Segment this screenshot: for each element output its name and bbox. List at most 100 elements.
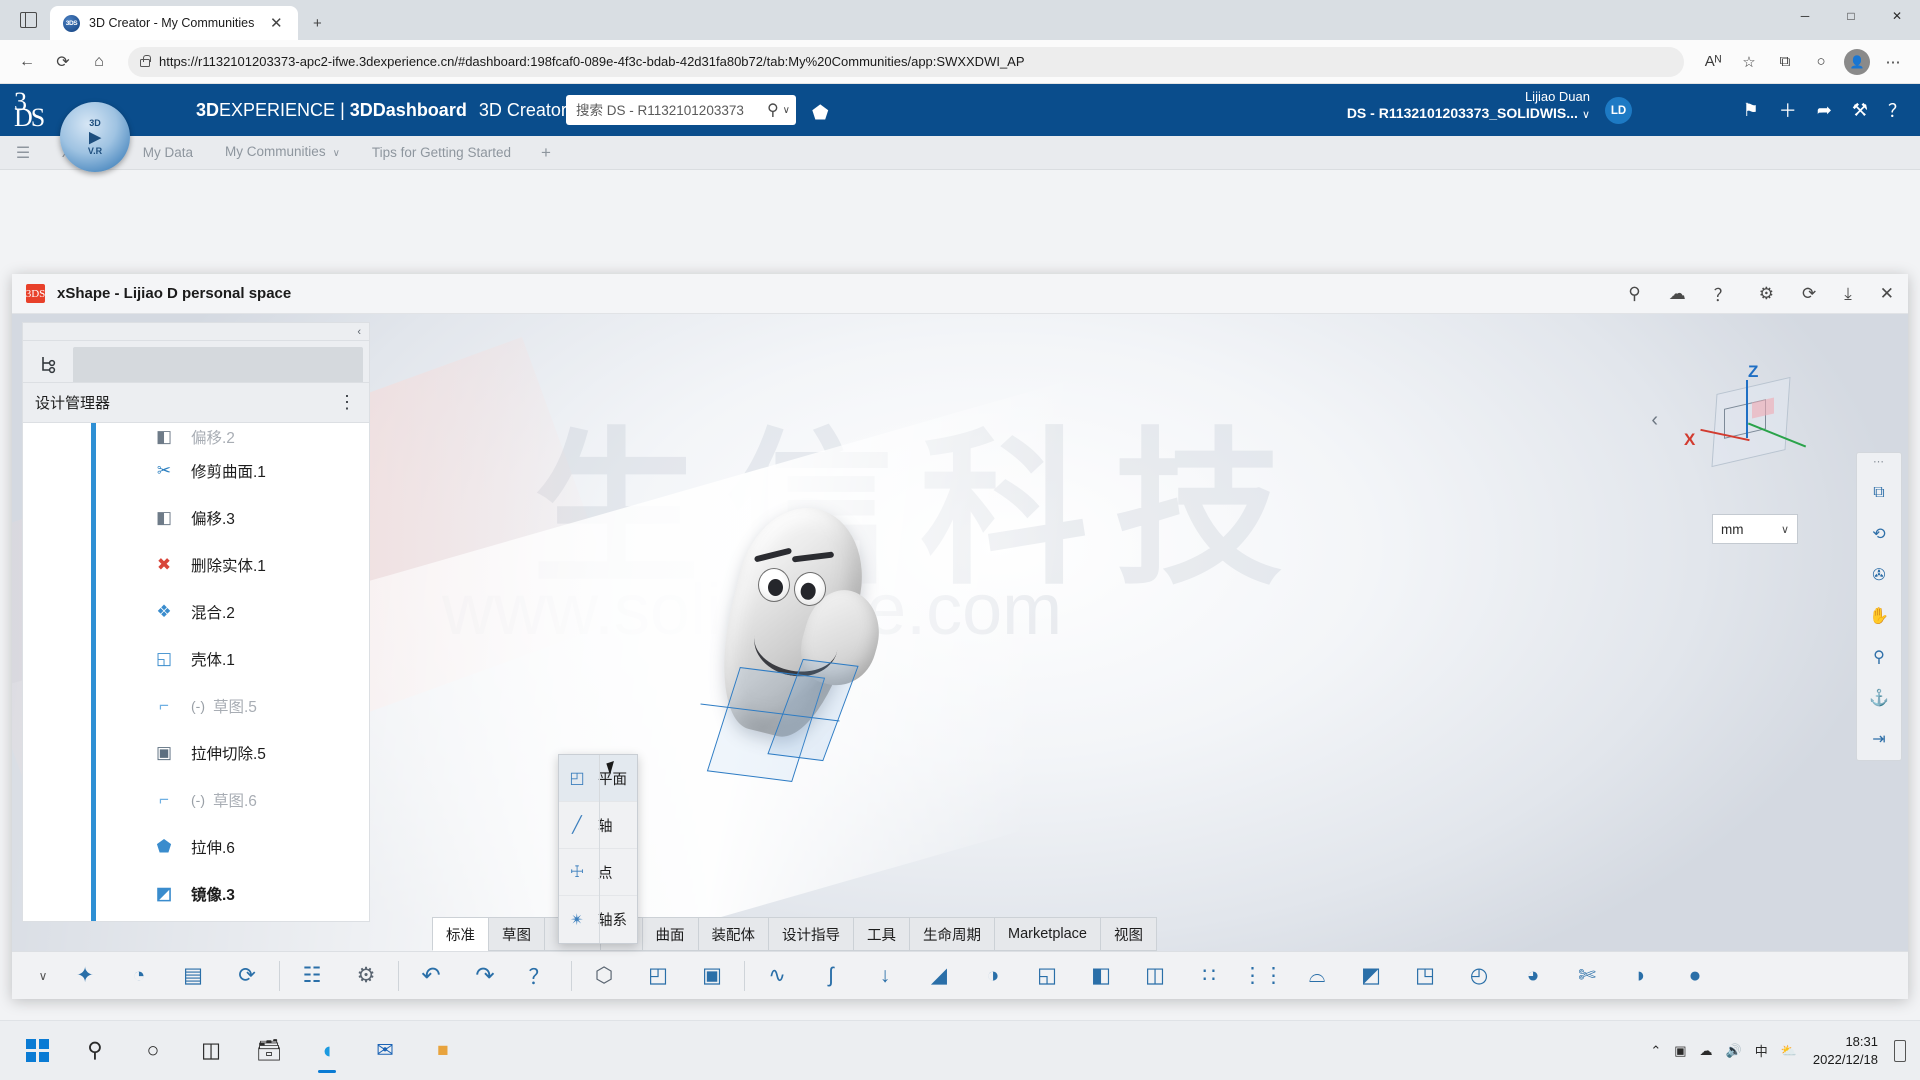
notification-icon[interactable]: [1894, 1039, 1906, 1062]
loft-icon[interactable]: ◗: [1614, 954, 1668, 998]
properties-icon[interactable]: ☷: [285, 954, 339, 998]
settings-icon[interactable]: ⚙: [339, 954, 393, 998]
undo-icon[interactable]: ↶: [404, 954, 458, 998]
plane-icon[interactable]: ◰: [631, 954, 685, 998]
combine-icon[interactable]: ◕: [1506, 954, 1560, 998]
tree-structure-icon[interactable]: [27, 345, 73, 382]
new-tab-button[interactable]: +: [304, 10, 330, 36]
home-icon[interactable]: ⌂: [82, 45, 116, 79]
tree-row[interactable]: ◩ 镜像.3: [23, 870, 369, 917]
fillet-icon[interactable]: ◱: [1020, 954, 1074, 998]
tab-assembly[interactable]: 装配体: [697, 917, 768, 951]
tree-row[interactable]: ✂ 修剪曲面.1: [23, 447, 369, 494]
exit-icon[interactable]: ⇥: [1864, 726, 1894, 752]
taper-icon[interactable]: ◢: [912, 954, 966, 998]
search-icon[interactable]: ⚲: [1628, 284, 1640, 304]
menu-item-point[interactable]: ☩ 点: [559, 849, 637, 896]
touch-icon[interactable]: ✋: [1864, 603, 1894, 629]
tag-icon[interactable]: ⬟: [812, 102, 829, 125]
tab-my-data[interactable]: My Data: [127, 136, 209, 170]
app-icon[interactable]: ■: [416, 1026, 470, 1076]
tree-row[interactable]: ✖ 删除实体.1: [23, 541, 369, 588]
new-shape-icon[interactable]: ✦: [58, 954, 112, 998]
help-icon[interactable]: ？: [1714, 281, 1731, 306]
search-chevron-down-icon[interactable]: ∨: [783, 105, 790, 116]
browser-tab[interactable]: 3DS 3D Creator - My Communities ✕: [50, 6, 299, 40]
pull-icon[interactable]: ↓: [858, 954, 912, 998]
favorite-star-icon[interactable]: ☆: [1732, 45, 1766, 79]
tab-actions-button[interactable]: [6, 0, 50, 40]
search-icon[interactable]: ⚲: [767, 100, 779, 120]
anchor-icon[interactable]: ⚓: [1864, 685, 1894, 711]
sculpt-icon[interactable]: ●: [1668, 954, 1722, 998]
flag-icon[interactable]: ⚑: [1743, 100, 1759, 121]
ime-language-icon[interactable]: 中: [1755, 1041, 1768, 1060]
tab-sketch[interactable]: 草图: [488, 917, 544, 951]
tools-icon[interactable]: ⚒: [1852, 100, 1868, 121]
chevron-down-icon[interactable]: ∨: [1781, 523, 1789, 536]
add-tab-button[interactable]: +: [527, 143, 565, 163]
3d-model-tooth-character[interactable]: [692, 494, 922, 784]
thicken-icon[interactable]: ◩: [1344, 954, 1398, 998]
refresh-icon[interactable]: ⟳: [220, 954, 274, 998]
tree-row[interactable]: ⬟ 拉伸.6: [23, 823, 369, 870]
more-options-icon[interactable]: ⋯: [1876, 45, 1910, 79]
edge-icon[interactable]: ◖: [300, 1026, 354, 1076]
magnifier-icon[interactable]: ⚲: [1864, 644, 1894, 670]
gear-icon[interactable]: ⚙: [1759, 284, 1774, 304]
global-search-box[interactable]: ⚲ ∨: [566, 95, 796, 125]
collections-icon[interactable]: ⧉: [1768, 45, 1802, 79]
axis-triad[interactable]: Z X: [1684, 362, 1810, 477]
tab-tips-getting-started[interactable]: Tips for Getting Started: [356, 136, 527, 170]
back-icon[interactable]: ←: [10, 45, 44, 79]
outlook-icon[interactable]: ✉: [358, 1026, 412, 1076]
split-icon[interactable]: ◴: [1452, 954, 1506, 998]
cloud-icon[interactable]: ☁: [1669, 284, 1686, 304]
drag-handle[interactable]: ⋯: [1873, 457, 1885, 468]
tree-row[interactable]: ❖ 混合.2: [23, 588, 369, 635]
tab-surface[interactable]: 曲面: [641, 917, 698, 951]
widgets-icon[interactable]: ◫: [184, 1026, 238, 1076]
tab-standard[interactable]: 标准: [432, 917, 488, 951]
read-aloud-icon[interactable]: Aᴺ: [1696, 45, 1730, 79]
pin-icon[interactable]: ⤓: [1844, 284, 1852, 304]
help-icon[interactable]: ？: [1888, 97, 1906, 123]
search-input[interactable]: [576, 102, 763, 118]
task-view-icon[interactable]: ○: [126, 1026, 180, 1076]
minimize-button[interactable]: ─: [1782, 0, 1828, 32]
tree-row[interactable]: ⌐ (-) 草图.6: [23, 776, 369, 823]
browser-essentials-icon[interactable]: ○: [1804, 45, 1838, 79]
help-icon[interactable]: ？: [512, 954, 566, 998]
kebab-menu-icon[interactable]: ⋮: [338, 392, 357, 413]
clock[interactable]: 18:31 2022/12/18: [1813, 1033, 1878, 1068]
tab-tools[interactable]: 工具: [853, 917, 909, 951]
menu-icon[interactable]: ☰: [0, 143, 46, 163]
tree-row[interactable]: ◧ 偏移.2: [23, 427, 369, 447]
array-icon[interactable]: ⋮⋮: [1236, 954, 1290, 998]
avatar[interactable]: LD: [1605, 97, 1632, 124]
sweep-icon[interactable]: ʃ: [804, 954, 858, 998]
menu-item-axis[interactable]: ╱ 轴: [559, 802, 637, 849]
unit-selector[interactable]: mm ∨: [1712, 514, 1798, 544]
mirror-icon[interactable]: ◫: [1128, 954, 1182, 998]
context-chevron-down-icon[interactable]: ∨: [1582, 109, 1590, 121]
tree-row[interactable]: ⌐ (-) 草图.5: [23, 682, 369, 729]
compass-lock-icon[interactable]: ⟲: [1864, 521, 1894, 547]
box-icon[interactable]: ⬡: [577, 954, 631, 998]
tree-row[interactable]: ◱ 壳体.1: [23, 635, 369, 682]
spline-icon[interactable]: ∿: [750, 954, 804, 998]
tree-item-list[interactable]: ◧ 偏移.2 ✂ 修剪曲面.1 ◧ 偏移.3 ✖ 删除实体.1 ❖ 混合.2 ◱…: [22, 422, 370, 922]
battery-icon[interactable]: ▣: [1674, 1043, 1686, 1059]
action-bar-collapse-icon[interactable]: ∨: [28, 969, 58, 983]
menu-item-plane[interactable]: ◰ 平面: [559, 755, 637, 802]
tab-my-communities[interactable]: My Communities ∨: [209, 135, 356, 171]
menu-item-axis-system[interactable]: ✴ 轴系: [559, 896, 637, 943]
address-bar[interactable]: https://r1132101203373-apc2-ifwe.3dexper…: [128, 46, 1684, 77]
user-info[interactable]: Lijiao Duan DS - R1132101203373_SOLIDWIS…: [1347, 89, 1590, 123]
save-icon[interactable]: ▤: [166, 954, 220, 998]
tree-collapse-bar[interactable]: ‹: [22, 322, 370, 340]
close-icon[interactable]: ✕: [263, 10, 289, 36]
maximize-button[interactable]: □: [1828, 0, 1874, 32]
revolve-icon[interactable]: ◔: [112, 954, 166, 998]
snapshot-icon[interactable]: ⧉: [1864, 480, 1894, 506]
